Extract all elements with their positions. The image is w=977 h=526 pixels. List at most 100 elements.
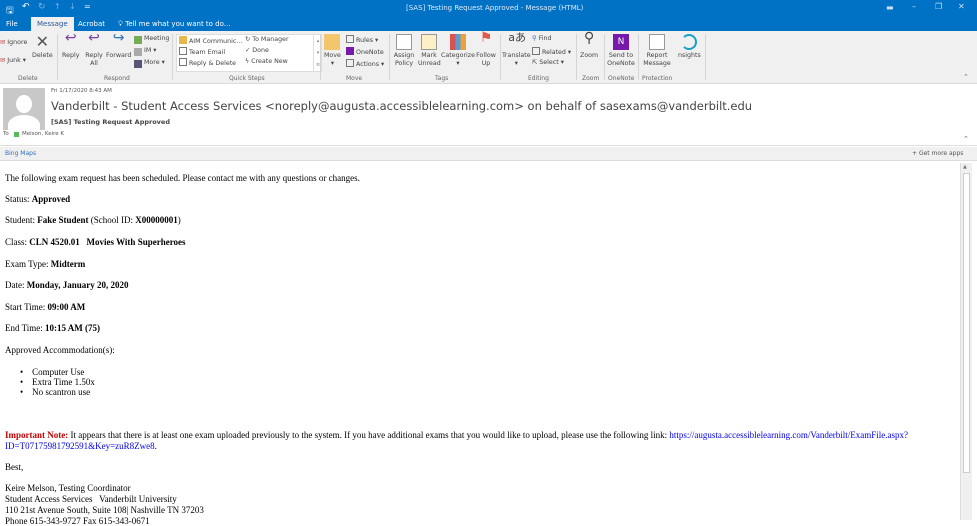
- insights-button[interactable]: nsights: [678, 34, 701, 60]
- ignore-icon: ✉: [0, 39, 6, 46]
- junk-icon: ✉: [0, 57, 6, 64]
- reply-icon: ↩: [64, 30, 77, 46]
- zoom-button[interactable]: ⚲ Zoom: [580, 30, 598, 60]
- field-start-time: Start Time: 09:00 AM: [5, 302, 86, 312]
- lightning-icon: ϟ: [245, 58, 250, 65]
- quick-steps-gallery: AIM Communic... Team Email Reply & Delet…: [176, 34, 322, 72]
- minimize-icon[interactable]: –: [912, 2, 916, 11]
- title-bar: 🖫 ↶ ↻ ↑ ↓ = [SAS] Testing Request Approv…: [0, 0, 977, 31]
- apps-bar: Bing Maps + Get more apps: [0, 147, 977, 161]
- select-button[interactable]: ⇱ Select ▾: [532, 59, 564, 67]
- mark-unread-button[interactable]: Mark Unread: [418, 34, 441, 68]
- im-button[interactable]: IM ▾: [134, 47, 156, 56]
- redo-icon[interactable]: ↻: [38, 2, 46, 12]
- report-message-button[interactable]: Report Message: [640, 34, 674, 68]
- quick-step-done[interactable]: ✓ Done: [245, 47, 269, 55]
- quick-step-create-new[interactable]: ϟ Create New: [245, 58, 288, 66]
- ignore-button[interactable]: ✉ Ignore: [0, 39, 27, 47]
- accommodations-label: Approved Accommodation(s):: [5, 345, 115, 355]
- message-body: The following exam request has been sche…: [0, 162, 960, 526]
- down-icon[interactable]: ↓: [69, 2, 76, 11]
- reply-all-button[interactable]: ↩ Reply All: [84, 31, 104, 68]
- categorize-button[interactable]: Categorize ▾: [441, 34, 475, 68]
- quick-step-reply-delete[interactable]: Reply & Delete: [179, 58, 236, 68]
- signature-line: Keire Melson, Testing Coordinator: [5, 483, 131, 493]
- forward-button[interactable]: ↪ Forward: [106, 30, 131, 60]
- move-button[interactable]: Move ▾: [324, 34, 341, 68]
- onenote-move-button[interactable]: OneNote: [346, 47, 384, 57]
- meeting-icon: [134, 36, 142, 44]
- follow-up-button[interactable]: ⚑ Follow Up: [476, 30, 496, 68]
- arrow-icon: ↻: [245, 36, 251, 43]
- quick-step-aim[interactable]: AIM Communic...: [179, 36, 242, 46]
- collapse-header-icon[interactable]: ⌃: [963, 135, 969, 143]
- im-icon: [134, 48, 142, 56]
- junk-button[interactable]: ✉ Junk ▾: [0, 57, 26, 65]
- exam-file-link-cont[interactable]: ID=T07175981792591&Key=zuR8Zwe8: [5, 441, 155, 451]
- magnifier-icon: ⚲: [583, 30, 595, 46]
- meeting-button[interactable]: Meeting: [134, 35, 169, 44]
- policy-icon: [396, 34, 412, 50]
- intro-text: The following exam request has been sche…: [5, 173, 360, 183]
- get-more-apps-button[interactable]: + Get more apps: [912, 150, 963, 157]
- important-note: Important Note: It appears that there is…: [5, 430, 909, 440]
- scrollbar-thumb[interactable]: [963, 173, 970, 473]
- related-button[interactable]: Related ▾: [532, 47, 571, 57]
- tab-file[interactable]: File: [0, 17, 24, 31]
- group-label-respond: Respond: [104, 75, 130, 82]
- closing: Best,: [5, 462, 24, 472]
- plus-icon: +: [912, 150, 918, 157]
- undo-icon[interactable]: ↶: [22, 2, 30, 12]
- group-label-tags: Tags: [435, 75, 449, 82]
- onenote-icon: N: [613, 34, 629, 50]
- group-label-onenote: OneNote: [608, 75, 635, 82]
- more-respond-button[interactable]: More ▾: [134, 59, 165, 68]
- customize-icon[interactable]: =: [84, 2, 91, 11]
- assign-policy-button[interactable]: Assign Policy: [392, 34, 416, 68]
- exam-file-link[interactable]: https://augusta.accessiblelearning.com/V…: [669, 430, 908, 440]
- actions-button[interactable]: Actions ▾: [346, 59, 384, 69]
- group-label-protection: Protection: [642, 75, 673, 82]
- to-label: To: [3, 131, 9, 137]
- rules-icon: [346, 35, 354, 43]
- window-title: [SAS] Testing Request Approved - Message…: [406, 4, 584, 12]
- quick-step-to-manager[interactable]: ↻ To Manager: [245, 36, 289, 44]
- bing-maps-app[interactable]: Bing Maps: [5, 150, 36, 157]
- find-button[interactable]: ⚲ Find: [532, 35, 552, 43]
- select-icon: ⇱: [532, 59, 538, 66]
- collapse-ribbon-icon[interactable]: ⌃: [963, 73, 969, 81]
- reply-delete-icon: [179, 58, 187, 66]
- field-class: Class: CLN 4520.01 Movies With Superhero…: [5, 237, 186, 247]
- related-icon: [532, 47, 540, 55]
- send-to-onenote-button[interactable]: N Send to OneNote: [606, 34, 636, 68]
- important-note-cont: ID=T07175981792591&Key=zuR8Zwe8.: [5, 441, 157, 451]
- accommodation-item: • No scantron use: [20, 387, 91, 397]
- tab-acrobat[interactable]: Acrobat: [72, 17, 111, 31]
- signature-line: Student Access Services Vanderbilt Unive…: [5, 494, 177, 504]
- recipient[interactable]: Melson, Keire K: [22, 131, 64, 137]
- rules-button[interactable]: Rules ▾: [346, 35, 378, 45]
- up-icon[interactable]: ↑: [54, 2, 61, 11]
- forward-icon: ↪: [112, 30, 125, 46]
- translate-button[interactable]: aあ Translate ▾: [502, 31, 531, 68]
- delete-button[interactable]: ✕ Delete: [32, 34, 53, 60]
- flag-icon: ⚑: [479, 30, 493, 46]
- tab-message[interactable]: Message: [31, 17, 74, 31]
- quick-step-team-email[interactable]: Team Email: [179, 47, 225, 57]
- field-student: Student: Fake Student (School ID: X00000…: [5, 215, 181, 225]
- delete-icon: ✕: [35, 32, 50, 51]
- scroll-up-icon[interactable]: ▲: [963, 164, 967, 170]
- sender[interactable]: Vanderbilt - Student Access Services <no…: [51, 99, 752, 113]
- important-note-label: Important Note:: [5, 430, 69, 440]
- restore-icon[interactable]: ❐: [935, 2, 942, 11]
- close-icon[interactable]: ✕: [958, 2, 965, 11]
- vertical-scrollbar[interactable]: ▲: [960, 163, 972, 520]
- check-icon: ✓: [245, 47, 251, 54]
- tell-me-search[interactable]: 💡︎ Tell me what you want to do...: [112, 17, 236, 31]
- accommodation-item: • Computer Use: [20, 367, 85, 377]
- ribbon-display-icon[interactable]: ▬: [886, 3, 894, 12]
- group-label-move: Move: [346, 75, 363, 82]
- group-label-quick-steps: Quick Steps: [229, 75, 265, 82]
- translate-icon: aあ: [508, 31, 527, 44]
- reply-button[interactable]: ↩ Reply: [62, 30, 79, 60]
